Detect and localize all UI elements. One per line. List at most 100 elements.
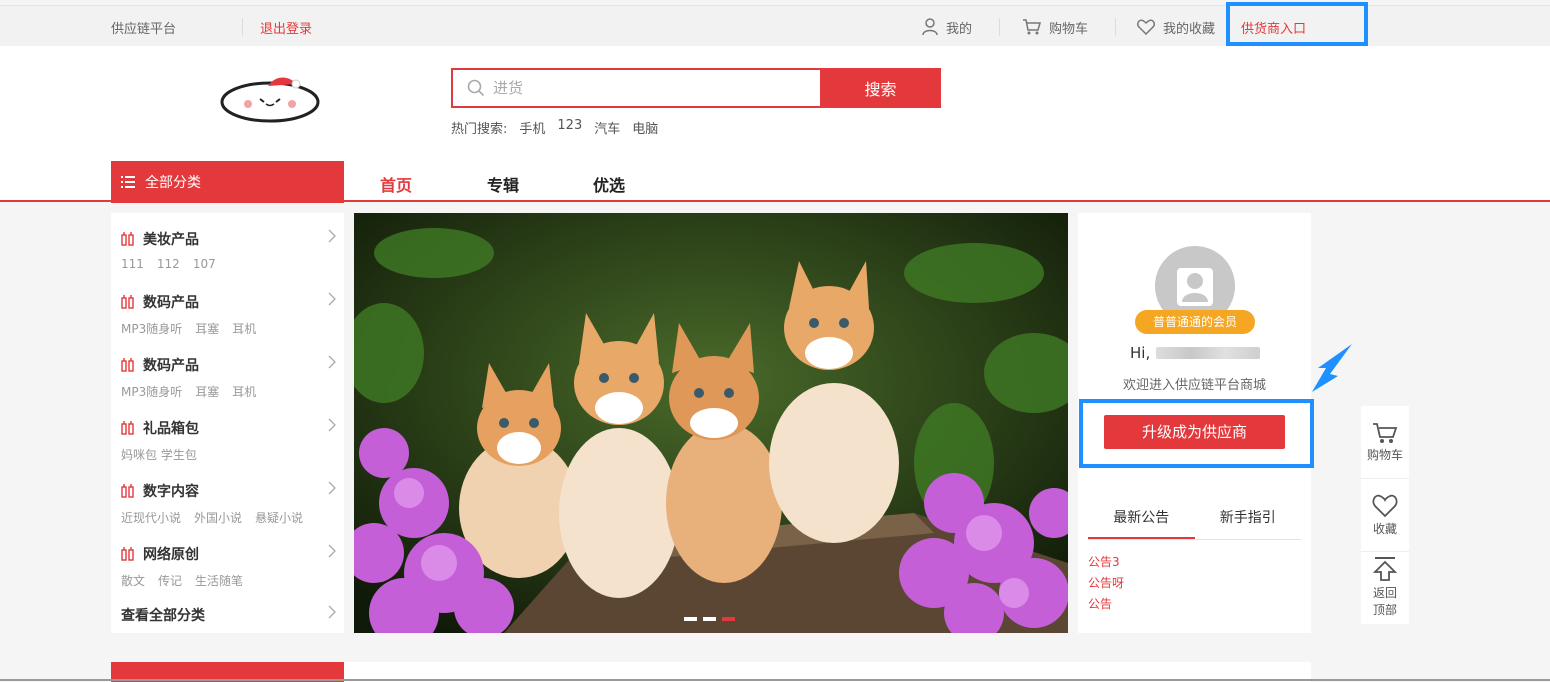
category-list: 美妆产品 111 112 107 数码产品 MP3随身听 耳塞 耳机 数码产品 … [111,213,344,633]
category-title: 数字内容 [143,484,199,500]
banner-carousel[interactable] [354,213,1068,633]
back-to-top-button[interactable]: 返回 顶部 [1361,556,1409,618]
user-icon [922,18,938,36]
notice-link[interactable]: 公告3 [1088,553,1120,570]
subcategory-link[interactable]: 传记 [158,572,182,589]
heart-icon [1137,19,1155,35]
hot-search-term[interactable]: 手机 [519,118,545,137]
view-all-categories-label: 查看全部分类 [121,608,205,624]
notice-tabs: 最新公告 新手指引 [1088,499,1301,540]
divider [0,679,1550,681]
tab-latest-notices[interactable]: 最新公告 [1088,499,1195,539]
hot-search-term[interactable]: 123 [557,118,582,137]
sidebar-favorites-button[interactable]: 收藏 [1361,494,1409,537]
hot-search-term[interactable]: 汽车 [594,118,620,137]
cart-link[interactable]: 购物车 [1022,16,1088,38]
nav-divider [0,200,1550,202]
highlight-box [1079,399,1314,468]
tab-beginner-guide[interactable]: 新手指引 [1195,499,1302,539]
hot-search: 热门搜索: 手机 123 汽车 电脑 [451,118,658,137]
category-icon [121,295,134,309]
notice-link[interactable]: 公告呀 [1088,574,1124,591]
all-categories-button[interactable]: 全部分类 [111,161,344,203]
subcategory-link[interactable]: MP3随身听 [121,320,182,337]
subcategory-link[interactable]: 妈咪包 学生包 [121,446,197,463]
logout-link[interactable]: 退出登录 [260,18,312,37]
welcome-text: 欢迎进入供应链平台商城 [1122,378,1266,393]
subcategory-link[interactable]: 散文 [121,572,145,589]
category-item[interactable]: 美妆产品 111 112 107 [121,229,336,271]
divider [1115,18,1116,36]
chevron-right-icon [328,605,336,619]
search-icon [467,79,485,97]
subcategory-link[interactable]: 生活随笔 [195,572,243,589]
nav-home[interactable]: 首页 [380,172,412,196]
list-icon [121,176,135,188]
search-input[interactable] [493,79,793,97]
category-item[interactable]: 网络原创 散文 传记 生活随笔 [121,544,336,589]
nav-featured[interactable]: 优选 [593,172,625,196]
chevron-right-icon [328,418,336,432]
nav-albums[interactable]: 专辑 [487,172,519,196]
logo[interactable] [218,72,326,124]
all-categories-label: 全部分类 [145,175,201,191]
chevron-right-icon [328,229,336,243]
subcategory-link[interactable]: 耳机 [232,320,256,337]
my-account-link[interactable]: 我的 [922,16,972,38]
subcategory-link[interactable]: 近现代小说 [121,509,181,526]
carousel-dot[interactable] [684,617,697,621]
carousel-dots [684,617,735,621]
category-item[interactable]: 礼品箱包 妈咪包 学生包 [121,418,336,463]
category-icon [121,232,134,246]
my-account-label: 我的 [946,21,973,37]
subcategory-link[interactable]: 耳塞 [195,383,219,400]
divider [1361,478,1409,479]
category-icon [121,421,134,435]
category-title: 美妆产品 [143,232,199,248]
subcategory-link[interactable]: 耳塞 [195,320,219,337]
favorites-label: 我的收藏 [1163,21,1216,37]
subcategory-link[interactable]: 耳机 [232,383,256,400]
category-title: 数码产品 [143,358,199,374]
search-button[interactable]: 搜索 [820,68,941,108]
category-title: 数码产品 [143,295,199,311]
banner-image [354,213,1068,633]
subcategory-link[interactable]: 外国小说 [194,509,242,526]
view-all-categories-link[interactable]: 查看全部分类 [121,605,336,625]
arrow-up-icon [1372,557,1398,581]
sidebar-favorites-label: 收藏 [1372,522,1397,536]
floating-sidebar: 购物车 收藏 返回 顶部 [1361,406,1409,624]
heart-icon [1372,494,1398,518]
cart-label: 购物车 [1049,21,1089,37]
divider [242,18,243,36]
chevron-right-icon [328,355,336,369]
category-title: 网络原创 [143,547,199,563]
carousel-dot[interactable] [703,617,716,621]
search-box [451,68,821,108]
back-to-top-label-line1: 返回 [1372,586,1397,600]
chevron-right-icon [328,481,336,495]
favorites-link[interactable]: 我的收藏 [1137,16,1215,38]
category-icon [121,358,134,372]
greeting: Hi, [1130,344,1261,362]
category-icon [121,484,134,498]
subcategory-link[interactable]: MP3随身听 [121,383,182,400]
chevron-right-icon [328,292,336,306]
hot-search-label: 热门搜索: [451,122,508,137]
chevron-right-icon [328,544,336,558]
notice-link[interactable]: 公告 [1088,595,1112,612]
cart-icon [1373,423,1398,443]
cart-icon [1023,19,1041,35]
subcategory-link[interactable]: 112 [157,257,180,271]
hot-search-term[interactable]: 电脑 [632,118,658,137]
greeting-text: Hi, [1130,344,1151,362]
sidebar-cart-button[interactable]: 购物车 [1361,422,1409,463]
category-item[interactable]: 数码产品 MP3随身听 耳塞 耳机 [121,355,336,400]
subcategory-link[interactable]: 111 [121,257,144,271]
category-item[interactable]: 数码产品 MP3随身听 耳塞 耳机 [121,292,336,337]
subcategory-link[interactable]: 悬疑小说 [255,509,303,526]
carousel-dot-active[interactable] [722,617,735,621]
divider [999,18,1000,36]
subcategory-link[interactable]: 107 [193,257,216,271]
category-item[interactable]: 数字内容 近现代小说 外国小说 悬疑小说 [121,481,336,526]
